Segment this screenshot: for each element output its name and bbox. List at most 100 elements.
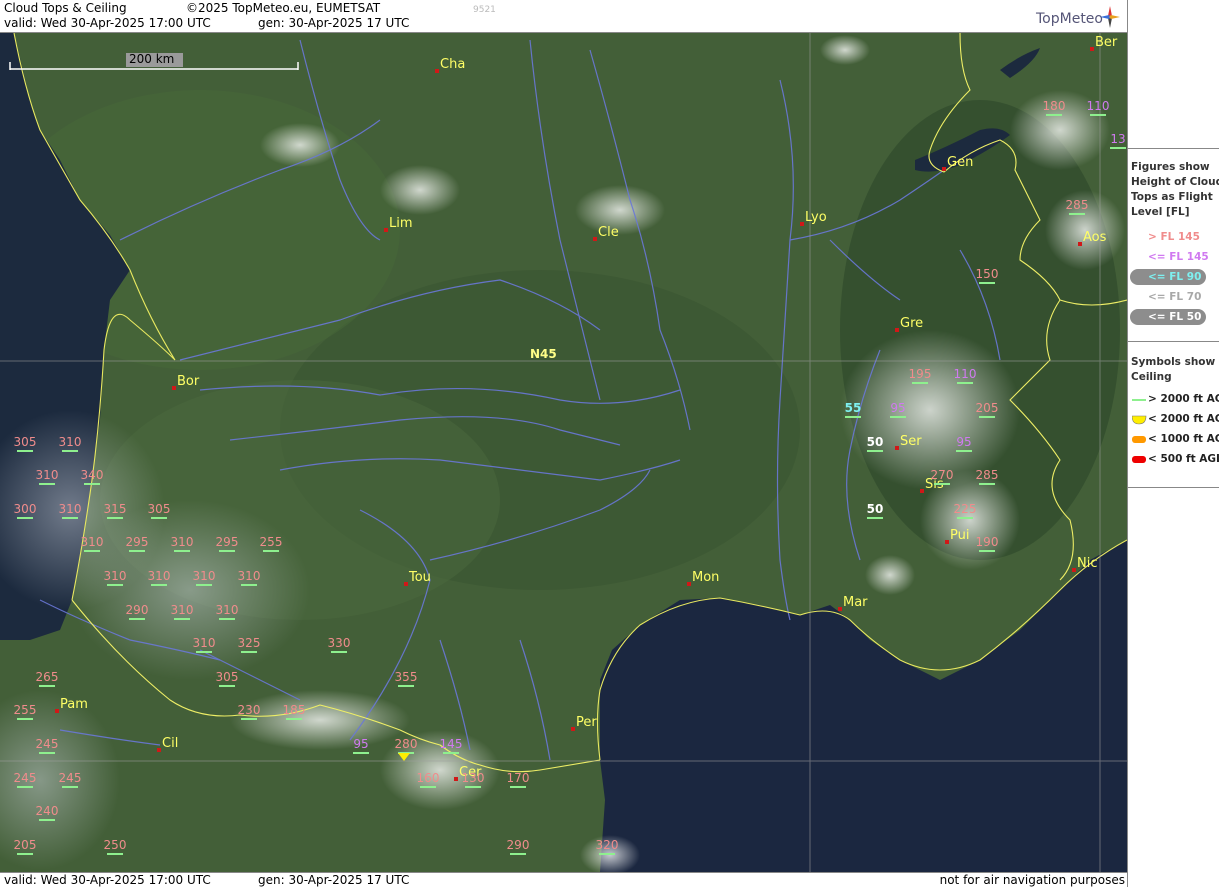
city-gen[interactable]: Gen	[942, 155, 973, 171]
cloud-top-value: 130	[462, 771, 485, 785]
cloud-top-label: 250	[104, 838, 126, 855]
legend-level: <= FL 145	[1128, 248, 1218, 266]
cloud-top-label: 290	[507, 838, 529, 855]
city-label: Per	[576, 715, 597, 730]
cloud-top-value: 195	[909, 367, 932, 381]
cloud-top-value: 205	[14, 838, 37, 852]
cloud-top-label: 305	[14, 435, 36, 452]
cloud-top-value: 240	[36, 804, 59, 818]
symbols-title-2: Ceiling	[1131, 371, 1172, 383]
legend-level-label: <= FL 70	[1148, 291, 1202, 303]
city-marker	[942, 167, 946, 171]
city-marker	[435, 69, 439, 73]
cloud-top-value: 225	[954, 502, 977, 516]
map-id: 9521	[473, 5, 496, 15]
cloud-top-label: 310	[148, 569, 171, 586]
city-bor[interactable]: Bor	[172, 374, 200, 390]
cloud-top-label: 185	[283, 703, 305, 720]
cloud-top-value: 280	[395, 737, 418, 751]
cloud-top-label: 245	[59, 771, 81, 788]
cloud-top-value: 340	[81, 468, 104, 482]
cloud-top-label: 295	[216, 535, 238, 552]
city-marker	[1090, 47, 1094, 51]
legend-level: > FL 145	[1128, 228, 1218, 246]
city-label: Cle	[598, 225, 619, 240]
cloud-top-value: 50	[867, 502, 884, 516]
city-mar[interactable]: Mar	[838, 595, 868, 611]
city-marker	[945, 540, 949, 544]
cloud-top-value: 230	[238, 703, 261, 717]
cloud-top-value: 50	[867, 435, 884, 449]
city-cha[interactable]: Cha	[435, 57, 465, 73]
cloud-top-value: 310	[238, 569, 261, 583]
city-marker	[384, 228, 388, 232]
cloud-top-label: 205	[14, 838, 37, 855]
cloud-top-label: 245	[14, 771, 37, 788]
cloud-top-label: 245	[36, 737, 58, 754]
city-label: Gre	[900, 316, 923, 331]
cloud-top-value: 170	[507, 771, 530, 785]
cloud-top-label: 310	[171, 603, 193, 620]
cloud-top-value: 95	[890, 401, 905, 415]
city-tou[interactable]: Tou	[404, 570, 431, 586]
cloud-top-label: 50	[867, 502, 884, 519]
city-gre[interactable]: Gre	[895, 316, 923, 332]
cloud-top-value: 310	[193, 636, 216, 650]
city-marker	[895, 328, 899, 332]
cloud-top-label: 145	[440, 737, 462, 754]
figures-title-1: Figures show	[1131, 161, 1210, 173]
city-marker	[157, 748, 161, 752]
cloud-top-value: 150	[976, 267, 999, 281]
city-marker	[920, 489, 924, 493]
legend-symbol-label: < 1000 ft AGL	[1148, 433, 1219, 445]
cloud-top-label: 315	[104, 502, 127, 519]
city-label: Tou	[408, 570, 431, 585]
cloud-top-value: 310	[59, 435, 82, 449]
city-marker	[55, 709, 59, 713]
cloud-top-label: 205	[976, 401, 998, 418]
satellite-map[interactable]: Cha Ber Gen Lim Cle Lyo Aos Gre Bor Ser Sis Pui Nic T…	[0, 33, 1127, 872]
cloud-top-value: 320	[596, 838, 619, 852]
figures-title-3: Tops as Flight	[1131, 191, 1213, 203]
city-mon[interactable]: Mon	[687, 570, 719, 586]
cloud-top-value: 295	[126, 535, 149, 549]
city-ber[interactable]: Ber	[1090, 35, 1118, 51]
cloud-top-value: 315	[104, 502, 127, 516]
cloud-top-value: 355	[395, 670, 418, 684]
legend-level: <= FL 70	[1128, 288, 1218, 306]
city-label: Aos	[1083, 230, 1107, 245]
cloud-top-label: 280	[395, 737, 418, 754]
cloud-top-label: 310	[104, 569, 126, 586]
legend-divider	[1128, 148, 1219, 149]
cloud-top-value: 305	[216, 670, 239, 684]
cloud-top-value: 55	[845, 401, 862, 415]
cloud-top-label: 255	[14, 703, 36, 720]
disclaimer: not for air navigation purposes	[939, 873, 1125, 887]
cloud-top-label: 310	[81, 535, 103, 552]
cloud-top-label: 355	[395, 670, 418, 687]
cloud-top-label: 310	[36, 468, 58, 485]
cloud-top-value: 245	[14, 771, 37, 785]
city-marker	[1072, 568, 1076, 572]
city-ser[interactable]: Ser	[895, 434, 922, 450]
cloud-top-label: 285	[976, 468, 998, 485]
city-lim[interactable]: Lim	[384, 216, 413, 232]
cloud-top-label: 310	[59, 435, 82, 452]
cloud-top-value: 330	[328, 636, 351, 650]
latitude-label: N45	[530, 347, 557, 361]
cloud-top-label: 13	[1110, 132, 1126, 149]
city-aos[interactable]: Aos	[1078, 230, 1107, 246]
city-marker	[895, 446, 899, 450]
footer: valid: Wed 30-Apr-2025 17:00 UTC gen: 30…	[0, 872, 1127, 888]
ceiling-line-icon	[1132, 399, 1146, 401]
cloud-top-label: 160	[417, 771, 439, 788]
city-label: Pam	[60, 697, 88, 712]
city-pam[interactable]: Pam	[55, 697, 88, 713]
cloud-top-label: 265	[36, 670, 58, 687]
city-label: Ser	[900, 434, 922, 449]
cloud-top-value: 255	[260, 535, 283, 549]
cloud-top-value: 310	[148, 569, 171, 583]
cloud-top-label: 300	[14, 502, 36, 519]
city-marker	[454, 777, 458, 781]
cloud-top-value: 290	[126, 603, 149, 617]
